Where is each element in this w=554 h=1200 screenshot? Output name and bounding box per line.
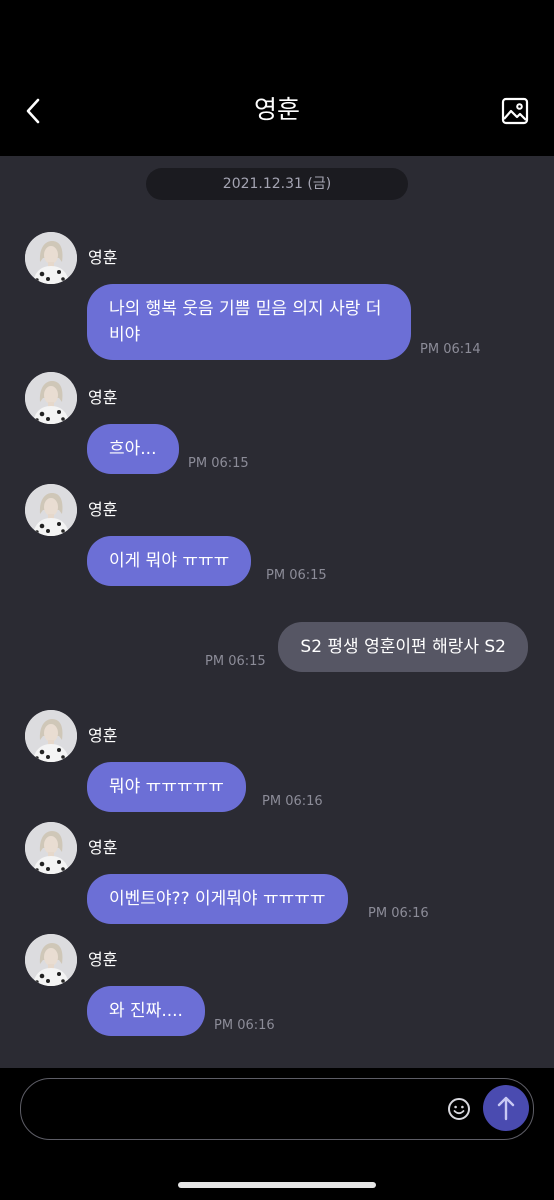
avatar[interactable] (25, 710, 77, 762)
avatar[interactable] (25, 372, 77, 424)
chat-area[interactable]: 2021.12.31 (금) 영훈 나의 행복 웃음 기쁨 믿음 의지 사랑 더… (0, 156, 554, 1068)
avatar[interactable] (25, 822, 77, 874)
smiley-icon (448, 1098, 470, 1120)
avatar[interactable] (25, 934, 77, 986)
message-bubble-sent[interactable]: S2 평생 영훈이편 해랑사 S2 (278, 622, 528, 672)
message-time: PM 06:16 (262, 794, 323, 809)
sender-name: 영훈 (88, 838, 118, 857)
arrow-up-icon (497, 1096, 515, 1121)
top-bar: 영훈 (0, 0, 554, 156)
message-item-sent: PM 06:15 S2 평생 영훈이편 해랑사 S2 (0, 622, 554, 674)
message-bubble[interactable]: 이게 뭐야 ㅠㅠㅠ (87, 536, 252, 586)
message-time: PM 06:16 (214, 1018, 275, 1033)
home-indicator (178, 1182, 376, 1188)
message-bubble[interactable]: 이벤트야?? 이게뭐야 ㅠㅠㅠㅠ (87, 874, 348, 924)
message-input[interactable] (41, 1091, 445, 1129)
chat-title: 영훈 (253, 95, 300, 124)
message-bubble[interactable]: 와 진짜.... (87, 986, 205, 1036)
message-bubble[interactable]: 흐아... (87, 424, 179, 474)
sender-name: 영훈 (88, 726, 118, 745)
message-bubble[interactable]: 나의 행복 웃음 기쁨 믿음 의지 사랑 더비야 (87, 284, 411, 360)
message-time: PM 06:15 (266, 568, 327, 583)
send-button[interactable] (483, 1085, 529, 1131)
message-time: PM 06:16 (368, 906, 429, 921)
avatar[interactable] (25, 484, 77, 536)
date-divider: 2021.12.31 (금) (146, 168, 408, 200)
gallery-button[interactable] (500, 96, 530, 126)
emoji-button[interactable] (447, 1097, 471, 1121)
input-bar (0, 1068, 554, 1200)
sender-name: 영훈 (88, 500, 118, 519)
message-time: PM 06:15 (188, 456, 249, 471)
message-time: PM 06:14 (420, 342, 481, 357)
sender-name: 영훈 (88, 388, 118, 407)
avatar[interactable] (25, 232, 77, 284)
message-bubble[interactable]: 뭐야 ㅠㅠㅠㅠㅠ (87, 762, 246, 812)
image-icon (501, 97, 529, 125)
message-input-container[interactable] (20, 1078, 534, 1140)
message-time: PM 06:15 (205, 654, 266, 669)
sender-name: 영훈 (88, 248, 118, 267)
sender-name: 영훈 (88, 950, 118, 969)
